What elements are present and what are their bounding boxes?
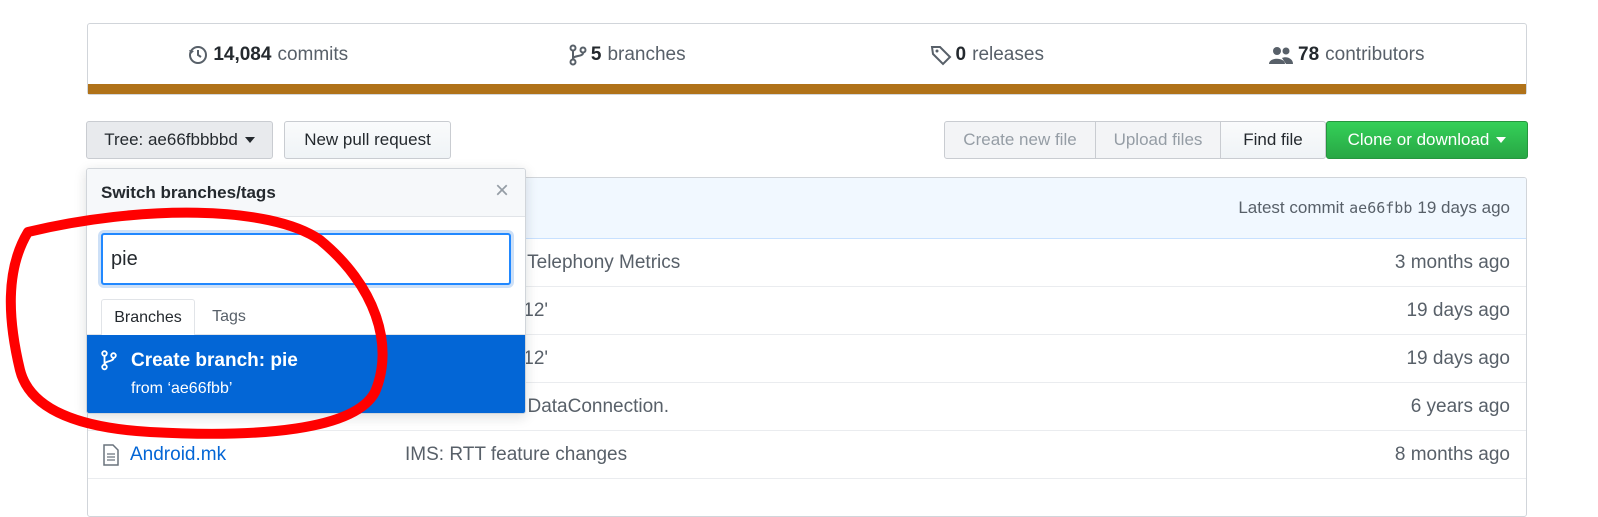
branch-filter-input[interactable] — [101, 233, 511, 285]
commit-age: 19 days ago — [1406, 348, 1510, 369]
branch-select-button[interactable]: Tree: ae66fbbbbd — [86, 121, 273, 159]
commit-age: 19 days ago — [1406, 300, 1510, 321]
clone-or-download-button[interactable]: Clone or download — [1326, 121, 1528, 159]
people-icon — [1269, 47, 1294, 64]
tab-branches[interactable]: Branches — [101, 299, 195, 336]
branch-switcher-dropdown: Switch branches/tags × Branches Tags Cre… — [86, 168, 526, 414]
create-branch-item[interactable]: Create branch: pie from ‘ae66fbb’ — [87, 335, 525, 413]
commit-message-link[interactable]: IMS: RTT feature changes — [405, 444, 627, 466]
latest-commit-prefix: Latest commit — [1238, 198, 1345, 217]
caret-down-icon — [1496, 137, 1507, 143]
tag-icon — [930, 46, 951, 66]
language-bar[interactable] — [88, 84, 1526, 94]
commit-age: 6 years ago — [1410, 396, 1510, 417]
history-icon — [189, 46, 208, 64]
commits-link[interactable]: 14,084 commits — [88, 24, 448, 86]
find-file-button[interactable]: Find file — [1220, 121, 1326, 159]
branch-select-label: Tree: ae66fbbbbd — [104, 130, 238, 149]
commit-age: 3 months ago — [1394, 252, 1510, 273]
clone-or-download-label: Clone or download — [1347, 130, 1490, 149]
file-icon — [103, 444, 119, 466]
new-pull-request-label: New pull request — [304, 130, 431, 149]
latest-commit-age: 19 days ago — [1417, 198, 1510, 217]
branches-count: 5 — [590, 44, 602, 65]
dropdown-tabs: Branches Tags — [87, 299, 525, 336]
file-actions-group: Create new file Upload files Find file — [944, 121, 1326, 159]
repo-summary: 14,084 commits 5 branches 0 releases 78 … — [87, 23, 1527, 95]
commits-label: commits — [277, 44, 349, 65]
find-file-label: Find file — [1243, 130, 1303, 149]
contributors-count: 78 — [1298, 44, 1320, 65]
upload-files-button[interactable]: Upload files — [1095, 121, 1221, 159]
create-new-file-label: Create new file — [963, 130, 1077, 149]
table-row: Android.mk IMS: RTT feature changes 8 mo… — [88, 431, 1526, 479]
commit-age: 8 months ago — [1394, 444, 1510, 465]
git-branch-icon — [569, 44, 587, 66]
close-icon[interactable]: × — [495, 179, 509, 203]
contributors-link[interactable]: 78 contributors — [1167, 24, 1527, 86]
branches-label: branches — [607, 44, 686, 65]
caret-down-icon — [244, 137, 255, 143]
branches-link[interactable]: 5 branches — [448, 24, 808, 86]
git-branch-icon — [101, 350, 117, 371]
releases-count: 0 — [955, 44, 967, 65]
new-pull-request-button[interactable]: New pull request — [284, 121, 451, 159]
file-name-link[interactable]: Android.mk — [130, 444, 226, 466]
create-new-file-button[interactable]: Create new file — [944, 121, 1096, 159]
releases-label: releases — [972, 44, 1044, 65]
dropdown-title: Switch branches/tags — [101, 183, 276, 202]
contributors-label: contributors — [1325, 44, 1425, 65]
latest-commit-sha[interactable]: ae66fbb — [1349, 199, 1412, 217]
create-branch-label: Create branch: pie — [131, 350, 298, 371]
commits-count: 14,084 — [213, 44, 272, 65]
upload-files-label: Upload files — [1113, 130, 1203, 149]
dropdown-header: Switch branches/tags × — [87, 169, 525, 217]
tab-tags[interactable]: Tags — [199, 299, 259, 335]
create-branch-source: from ‘ae66fbb’ — [131, 380, 233, 397]
releases-link[interactable]: 0 releases — [807, 24, 1167, 86]
